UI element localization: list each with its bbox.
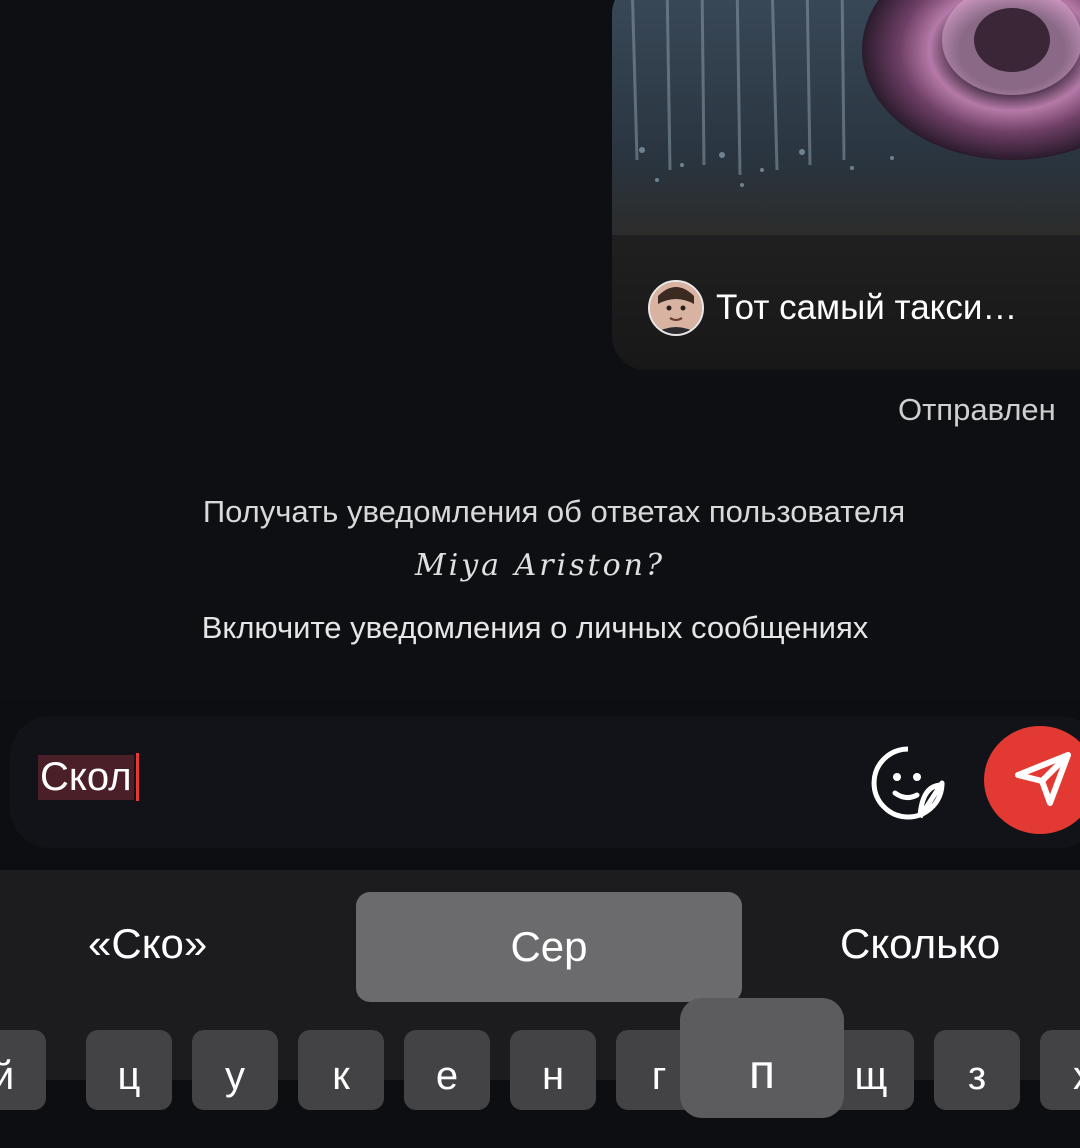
notification-prompt-text: Получать уведомления об ответах пользова… <box>202 494 906 529</box>
key[interactable]: з <box>934 1030 1020 1110</box>
sticker-icon[interactable] <box>870 745 946 821</box>
shared-post-caption-text: Тот самый такси… <box>716 288 1018 327</box>
suggestion-3[interactable]: Сколько <box>840 920 1000 968</box>
key-popup: п <box>680 998 844 1118</box>
notification-prompt-username: Miya Ariston? <box>414 548 666 583</box>
key[interactable]: к <box>298 1030 384 1110</box>
key[interactable]: у <box>192 1030 278 1110</box>
shared-post-caption: Тот самый такси… <box>648 280 1017 336</box>
message-input-text: Скол <box>38 754 134 800</box>
suggestion-1[interactable]: «Ско» <box>88 920 207 968</box>
shared-post-card[interactable]: Тот самый такси… <box>612 0 1080 370</box>
send-icon <box>1008 749 1072 812</box>
message-sent-status: Отправлен <box>898 392 1056 427</box>
enable-notifications-link[interactable]: Включите уведомления о личных сообщениях <box>0 610 1080 646</box>
key[interactable]: х <box>1040 1030 1080 1110</box>
suggestion-2[interactable]: Сер <box>356 892 742 1002</box>
text-caret <box>135 753 139 801</box>
key[interactable]: е <box>404 1030 490 1110</box>
author-avatar[interactable] <box>648 280 704 336</box>
key[interactable]: н <box>510 1030 596 1110</box>
message-input[interactable]: Скол <box>38 744 139 810</box>
key[interactable]: й <box>0 1030 46 1110</box>
key[interactable]: ц <box>86 1030 172 1110</box>
chat-area: Тот самый такси… Отправлен Получать увед… <box>0 0 1080 700</box>
